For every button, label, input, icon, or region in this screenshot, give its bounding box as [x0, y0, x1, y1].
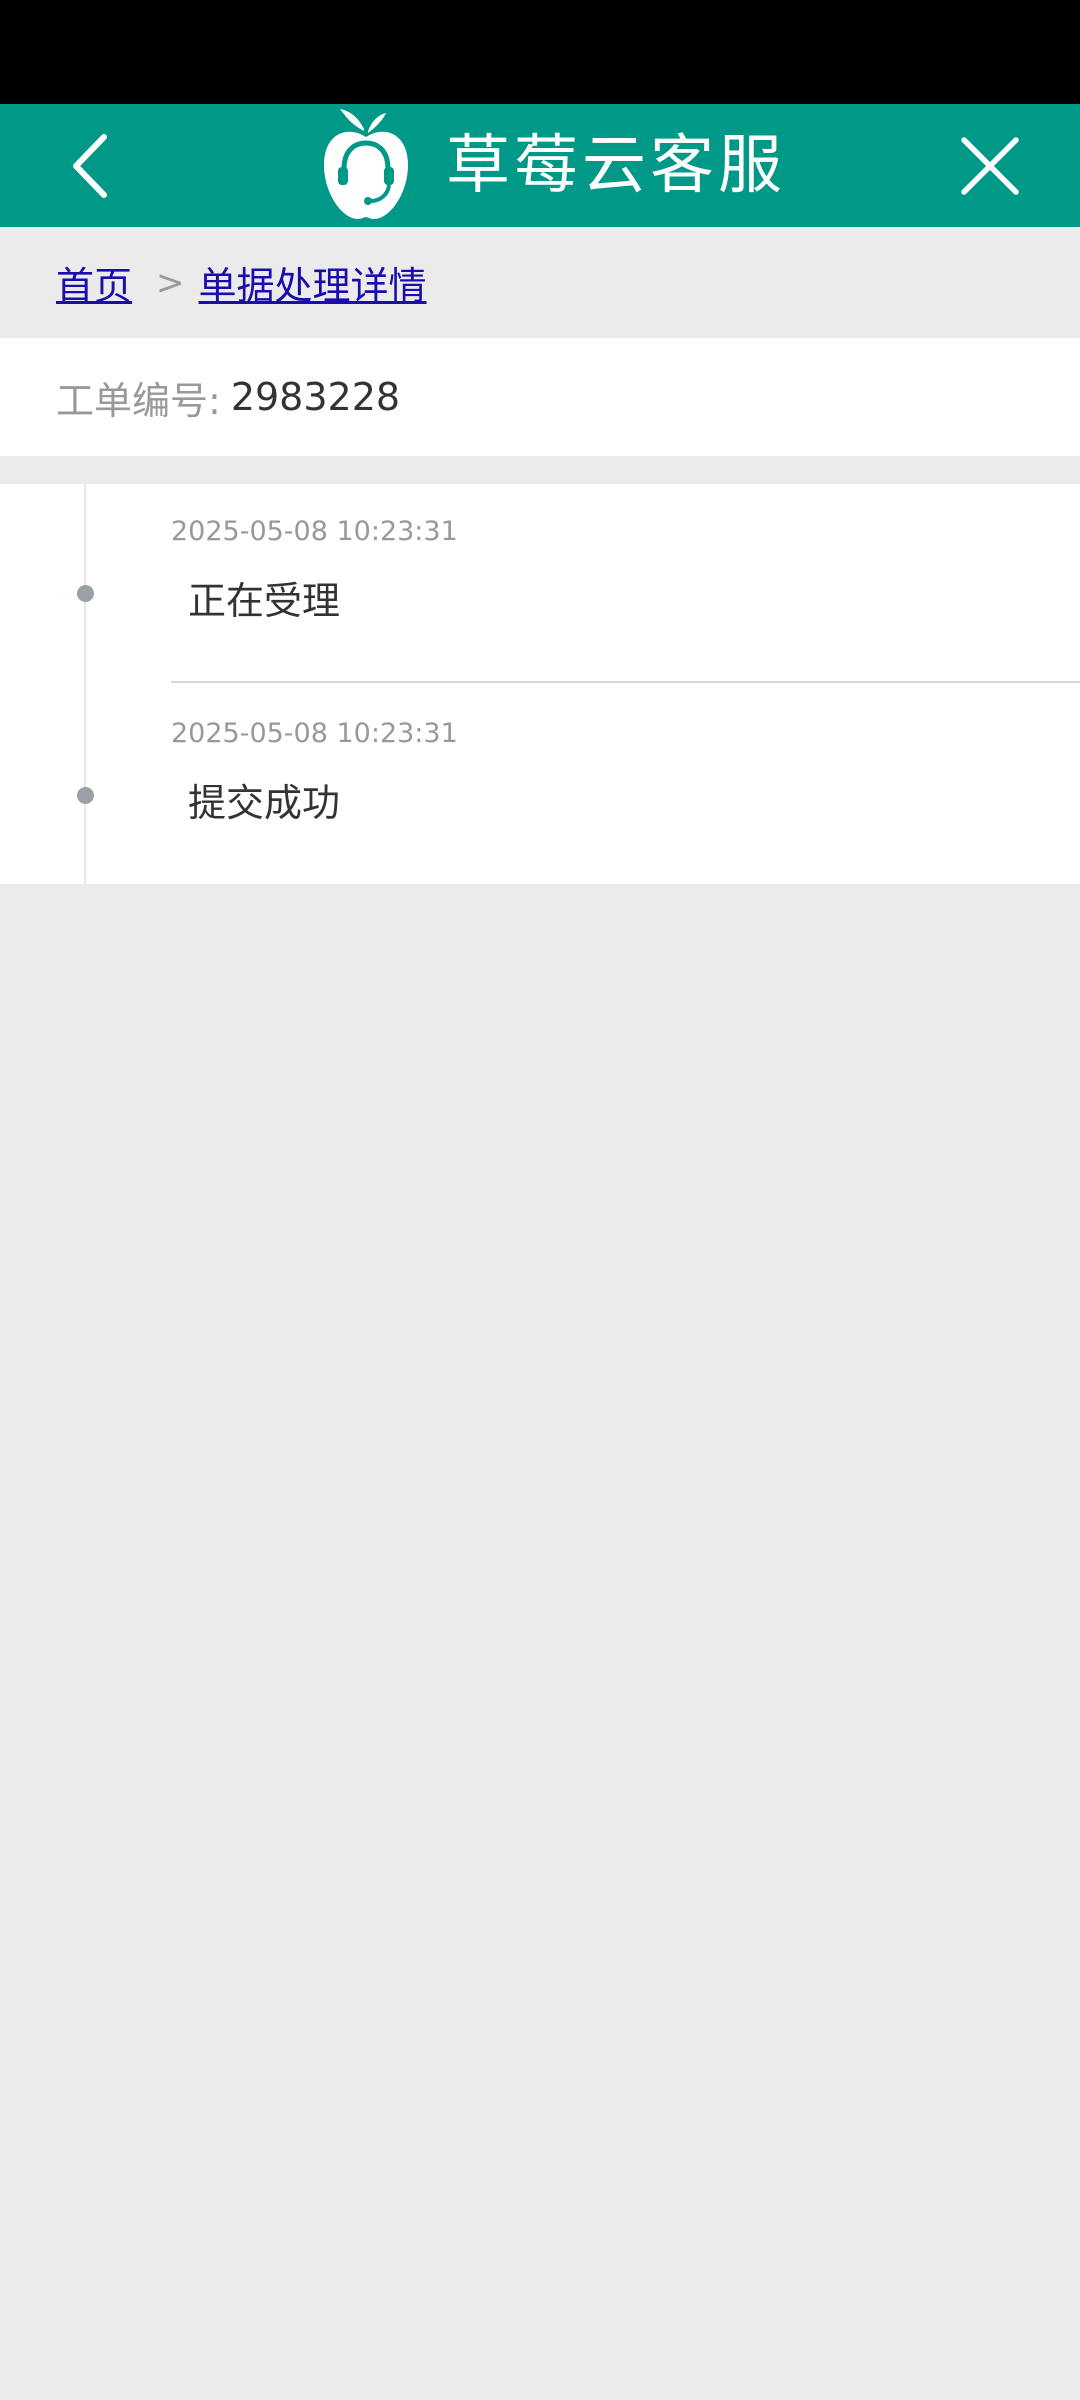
order-info-card: 工单编号: 2983228 [0, 338, 1080, 456]
timeline-status: 提交成功 [188, 781, 341, 825]
order-number-label: 工单编号: [56, 378, 221, 423]
breadcrumb-separator: > [156, 262, 185, 303]
brand: 草莓云客服 [318, 104, 786, 227]
timeline: 2025-05-08 10:23:31 正在受理 2025-05-08 10:2… [0, 484, 1080, 884]
breadcrumb: 首页 > 单据处理详情 [0, 227, 1080, 338]
app-name: 草莓云客服 [446, 128, 786, 203]
close-button[interactable] [948, 126, 1032, 206]
chevron-left-icon [73, 134, 107, 198]
timeline-divider [171, 681, 1080, 683]
timeline-time: 2025-05-08 10:23:31 [171, 516, 458, 547]
breadcrumb-current-link[interactable]: 单据处理详情 [199, 255, 427, 310]
apple-headset-logo [318, 107, 414, 225]
timeline-dot [77, 787, 94, 804]
timeline-item: 2025-05-08 10:23:31 正在受理 [0, 484, 1080, 684]
app-header: 草莓云客服 [0, 104, 1080, 227]
back-button[interactable] [50, 126, 130, 206]
timeline-time: 2025-05-08 10:23:31 [171, 718, 458, 749]
breadcrumb-home-link[interactable]: 首页 [56, 255, 132, 310]
order-number-value: 2983228 [230, 375, 401, 419]
timeline-item: 2025-05-08 10:23:31 提交成功 [0, 684, 1080, 884]
status-bar [0, 0, 1080, 104]
close-icon [961, 137, 1019, 195]
timeline-dot [77, 585, 94, 602]
timeline-status: 正在受理 [188, 579, 341, 623]
